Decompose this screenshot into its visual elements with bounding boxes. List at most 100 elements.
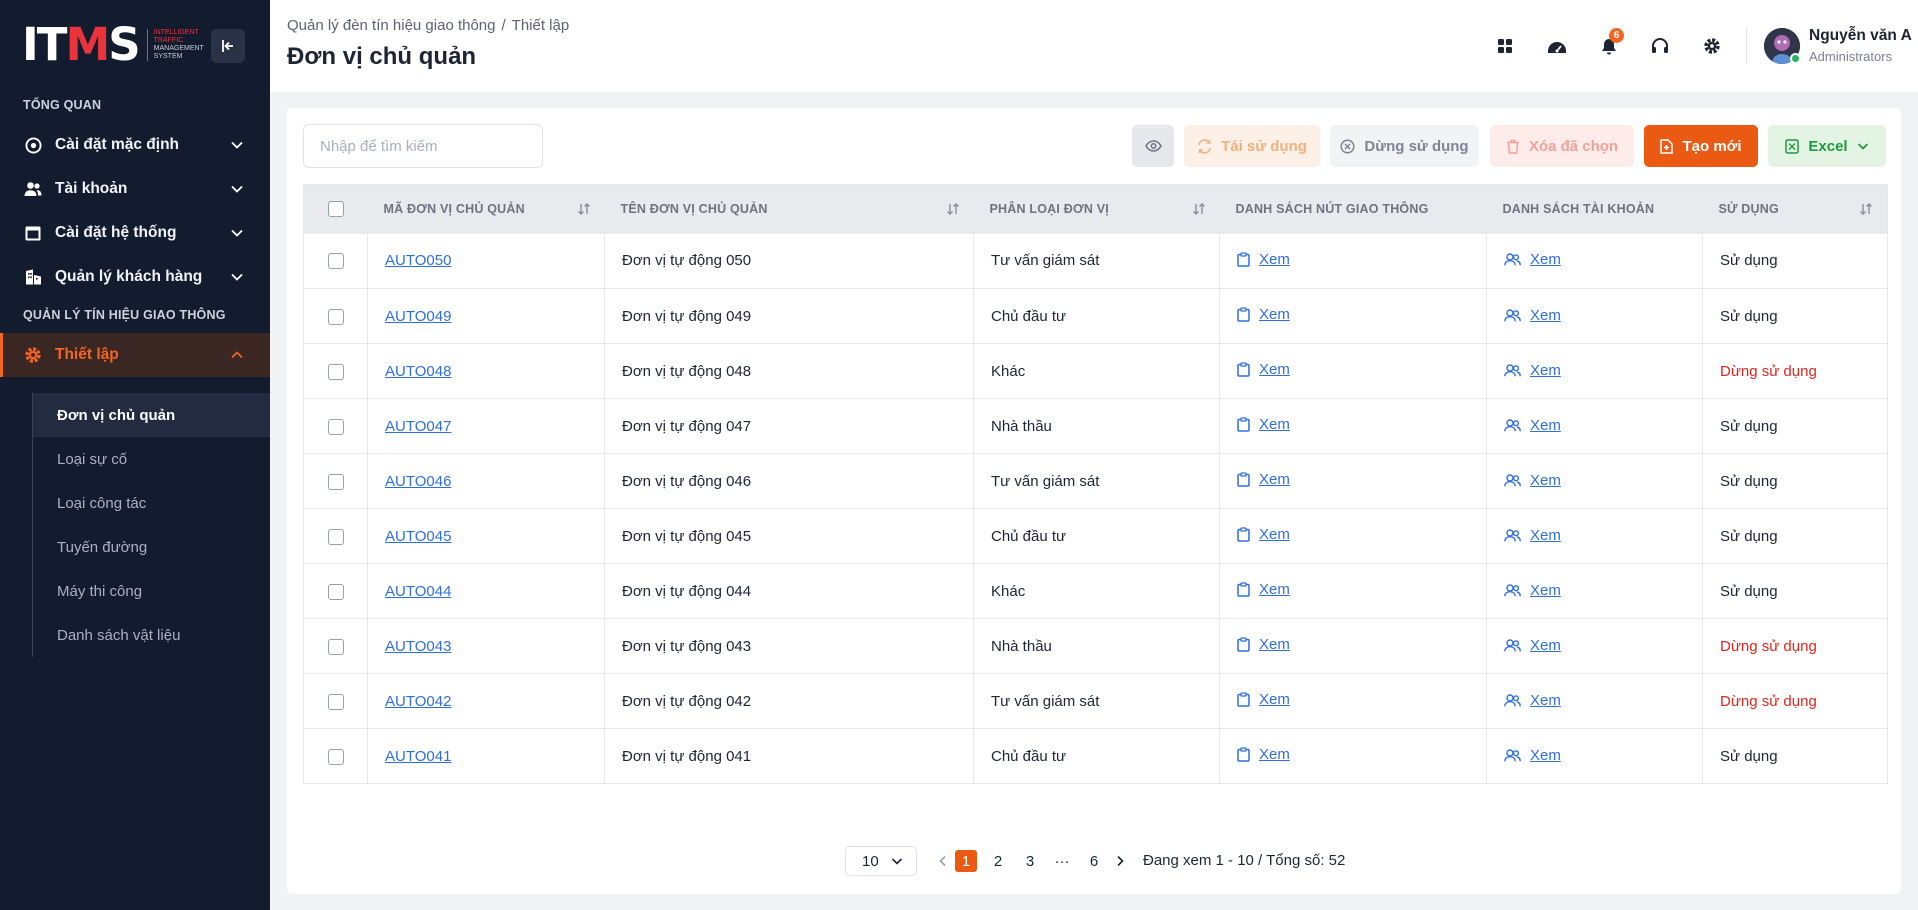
collapse-sidebar-button[interactable] [211,29,245,63]
sidebar: ITMS INTELLIGENT TRAFFIC MANAGEMENT SYST… [0,0,270,910]
view-intersections-link[interactable]: Xem [1237,251,1290,268]
view-intersections-link[interactable]: Xem [1237,526,1290,543]
submenu-item-machines[interactable]: Máy thi công [33,569,270,613]
breadcrumb-root[interactable]: Quản lý đèn tín hiệu giao thông [287,17,496,34]
settings-button[interactable] [1697,31,1727,61]
stop-using-button[interactable]: Dừng sử dụng [1330,125,1479,167]
column-header-name[interactable]: TÊN ĐƠN VỊ CHỦ QUẢN [605,185,974,234]
support-button[interactable] [1645,31,1675,61]
view-accounts-link[interactable]: Xem [1504,692,1561,709]
row-checkbox[interactable] [327,638,344,655]
excel-icon [1785,138,1800,154]
sort-icon[interactable] [1859,202,1873,216]
grid-icon [1498,39,1512,53]
page-button-3[interactable]: 3 [1019,850,1041,872]
delete-selected-button[interactable]: Xóa đã chọn [1490,125,1634,167]
view-accounts-link[interactable]: Xem [1504,307,1561,324]
view-intersections-link[interactable]: Xem [1237,306,1290,323]
view-intersections-link[interactable]: Xem [1237,471,1290,488]
row-checkbox[interactable] [327,693,344,710]
table-body: AUTO050 Đơn vị tự động 050 Tư vấn giám sát… [303,233,1888,784]
unit-code-link[interactable]: AUTO048 [385,363,451,380]
view-intersections-link[interactable]: Xem [1237,691,1290,708]
page-ellipsis[interactable]: ··· [1051,850,1073,872]
view-intersections-link[interactable]: Xem [1237,361,1290,378]
sidebar-section-traffic: QUẢN LÝ TÍN HIỆU GIAO THÔNG [23,308,226,322]
reuse-button[interactable]: Tái sử dụng [1184,125,1320,167]
create-new-button[interactable]: Tạo mới [1644,125,1758,167]
breadcrumb-current[interactable]: Thiết lập [512,17,570,34]
view-accounts-link[interactable]: Xem [1504,582,1561,599]
submenu-item-incident-types[interactable]: Loại sự cố [33,437,270,481]
view-intersections-link[interactable]: Xem [1237,746,1290,763]
unit-code-link[interactable]: AUTO043 [385,638,451,655]
row-checkbox[interactable] [327,308,344,325]
submenu-item-owner-units[interactable]: Đơn vị chủ quản [33,393,270,437]
unit-code-link[interactable]: AUTO047 [385,418,451,435]
view-link-label: Xem [1530,746,1561,764]
sidebar-item-label: Cài đặt mặc định [55,136,180,153]
view-link-label: Xem [1530,636,1561,654]
page-button-6[interactable]: 6 [1083,850,1105,872]
submenu-item-materials[interactable]: Danh sách vật liệu [33,613,270,657]
view-accounts-link[interactable]: Xem [1504,747,1561,764]
user-name[interactable]: Nguyễn văn A [1809,27,1912,45]
row-checkbox[interactable] [327,748,344,765]
view-accounts-link[interactable]: Xem [1504,251,1561,268]
unit-code-link[interactable]: AUTO041 [385,748,451,765]
sidebar-item-customers[interactable]: Quản lý khách hàng [0,255,270,299]
dashboard-button[interactable] [1542,31,1572,61]
column-header-type[interactable]: PHÂN LOẠI ĐƠN VỊ [974,185,1220,234]
view-accounts-link[interactable]: Xem [1504,637,1561,654]
sort-icon[interactable] [577,202,591,216]
notifications-button[interactable]: 6 [1594,28,1624,61]
toggle-columns-button[interactable] [1132,125,1174,167]
row-checkbox[interactable] [327,583,344,600]
column-header-code[interactable]: MÃ ĐƠN VỊ CHỦ QUẢN [368,185,605,234]
unit-code-link[interactable]: AUTO042 [385,693,451,710]
sidebar-item-accounts[interactable]: Tài khoản [0,167,270,211]
excel-export-button[interactable]: Excel [1768,125,1886,167]
view-accounts-link[interactable]: Xem [1504,362,1561,379]
sidebar-item-system-settings[interactable]: Cài đặt hệ thống [0,211,270,255]
apps-button[interactable] [1490,31,1520,61]
row-checkbox[interactable] [327,473,344,490]
sidebar-item-default-settings[interactable]: Cài đặt mặc định [0,123,270,167]
view-accounts-link[interactable]: Xem [1504,527,1561,544]
app-logo[interactable]: ITMS INTELLIGENT TRAFFIC MANAGEMENT SYST… [22,22,204,68]
unit-code-link[interactable]: AUTO050 [385,252,451,269]
unit-code-link[interactable]: AUTO046 [385,473,451,490]
page-button-2[interactable]: 2 [987,850,1009,872]
row-select-cell [303,398,368,454]
unit-name-cell: Đơn vị tự động 046 [604,453,974,509]
view-accounts-link[interactable]: Xem [1504,417,1561,434]
view-intersections-link[interactable]: Xem [1237,581,1290,598]
sidebar-item-setup[interactable]: Thiết lập [0,333,270,377]
view-intersections-link[interactable]: Xem [1237,416,1290,433]
column-header-usage[interactable]: SỬ DỤNG [1703,185,1888,234]
sort-icon[interactable] [946,202,960,216]
intersections-cell: Xem [1219,508,1487,564]
row-checkbox[interactable] [327,363,344,380]
unit-code-link[interactable]: AUTO045 [385,528,451,545]
row-checkbox[interactable] [327,418,344,435]
next-page-button[interactable] [1109,850,1131,872]
chevron-up-icon [231,351,243,359]
gear-icon [24,346,42,364]
search-input[interactable] [303,124,543,168]
page-size-select[interactable]: 10 [845,846,917,876]
unit-type-cell: Chủ đầu tư [973,508,1220,564]
row-checkbox[interactable] [327,253,344,270]
unit-code-link[interactable]: AUTO044 [385,583,451,600]
view-accounts-link[interactable]: Xem [1504,472,1561,489]
view-intersections-link[interactable]: Xem [1237,636,1290,653]
prev-page-button[interactable] [932,850,954,872]
row-checkbox[interactable] [327,528,344,545]
select-all-checkbox[interactable] [327,201,344,218]
submenu-item-routes[interactable]: Tuyến đường [33,525,270,569]
submenu-item-work-types[interactable]: Loại công tác [33,481,270,525]
users-icon [1504,583,1521,596]
unit-code-link[interactable]: AUTO049 [385,308,451,325]
sort-icon[interactable] [1192,202,1206,216]
page-button-1[interactable]: 1 [955,850,977,872]
